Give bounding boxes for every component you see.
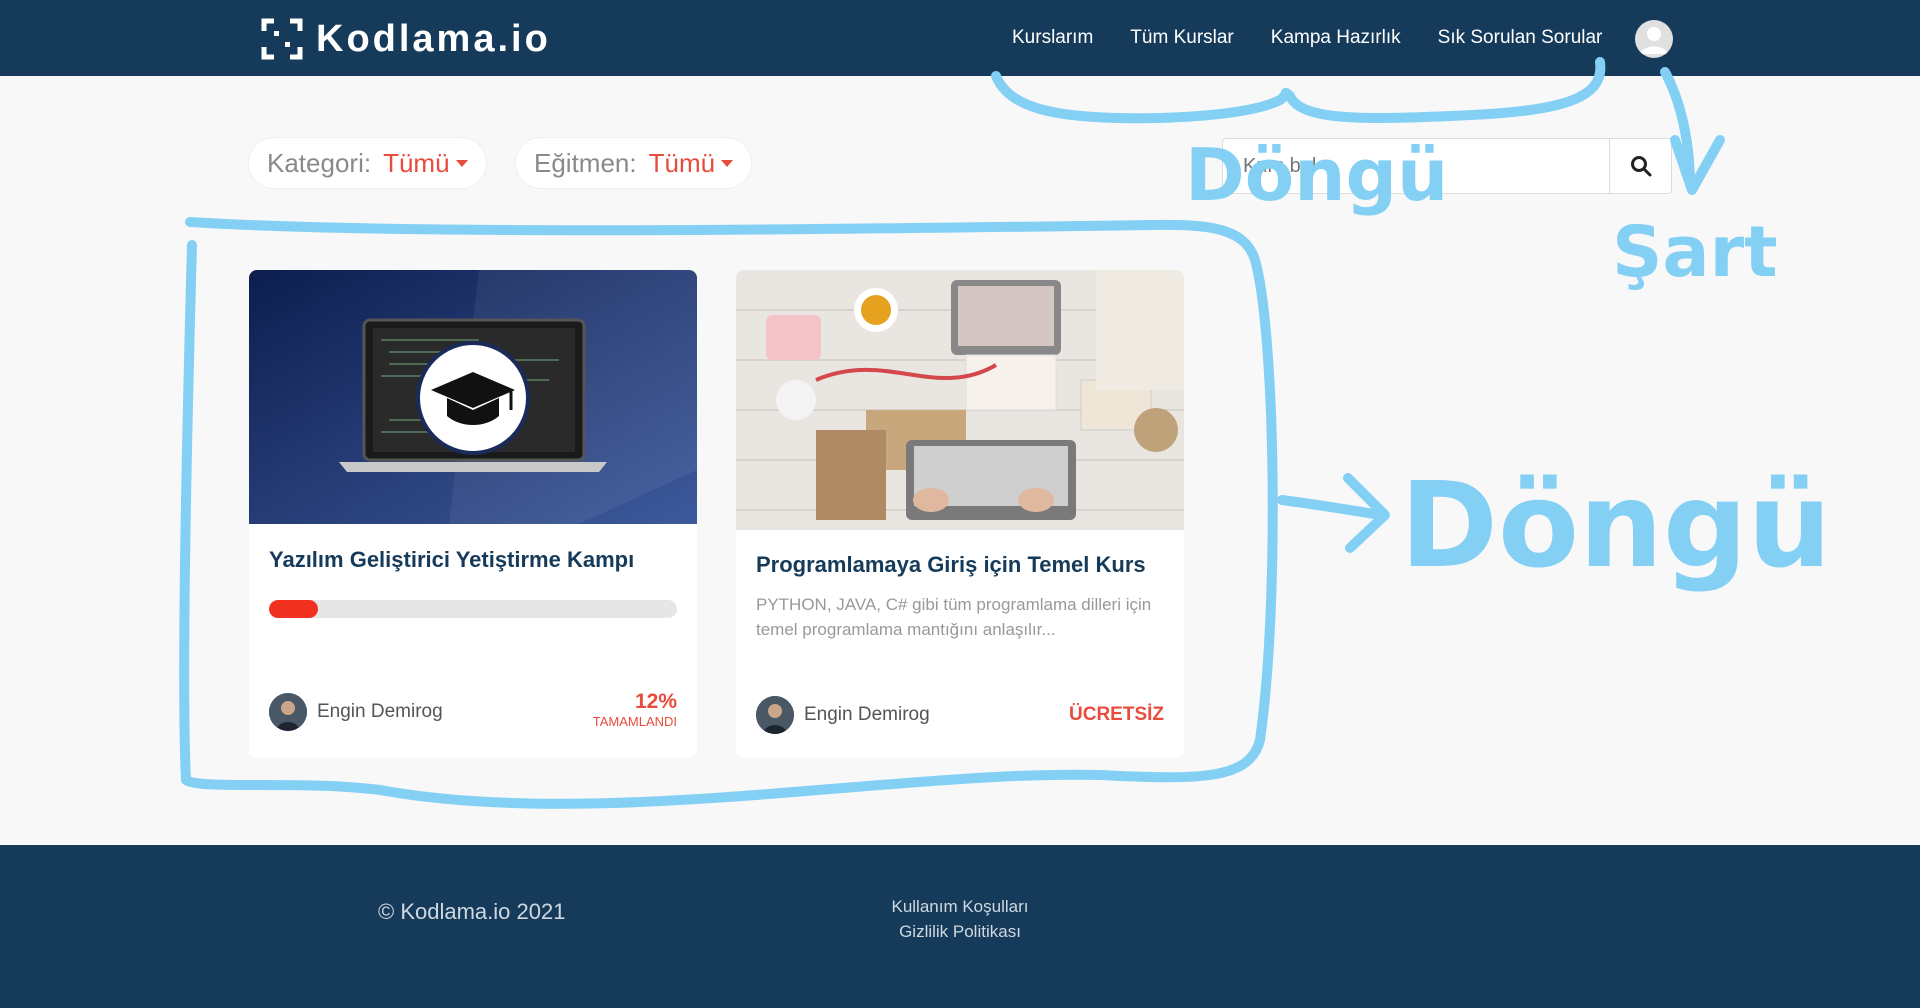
completion-status: 12% TAMAMLANDI [593, 690, 677, 729]
completion-percent: 12% [634, 690, 677, 713]
instructor-filter-label: Eğitmen: [534, 147, 637, 178]
completion-label: TAMAMLANDI [592, 714, 677, 729]
price-badge: ÜCRETSİZ [1069, 704, 1164, 725]
desk-laptop-image [736, 270, 1184, 530]
author-avatar [269, 693, 307, 731]
footer-links: Kullanım Koşulları Gizlilik Politikası [880, 894, 1040, 944]
course-title[interactable]: Yazılım Geliştirici Yetiştirme Kampı [269, 547, 634, 573]
privacy-link[interactable]: Gizlilik Politikası [880, 919, 1040, 944]
category-filter[interactable]: Kategori: Tümü [249, 138, 486, 188]
author-avatar [756, 696, 794, 734]
nav-item-kampa-hazirlik[interactable]: Kampa Hazırlık [1271, 27, 1401, 49]
brand-name: Kodlama.io [316, 17, 551, 60]
brand-logo[interactable]: Kodlama.io [260, 17, 551, 61]
caret-down-icon [721, 159, 734, 167]
user-avatar[interactable] [1635, 20, 1673, 58]
laptop-graduation-image [249, 270, 697, 524]
course-card[interactable]: Programlamaya Giriş için Temel Kurs PYTH… [736, 270, 1184, 758]
nav-item-tum-kurslar[interactable]: Tüm Kurslar [1130, 27, 1233, 49]
page-footer: © Kodlama.io 2021 Kullanım Koşulları Giz… [0, 845, 1920, 1008]
logo-icon [261, 18, 303, 60]
course-thumbnail [249, 270, 697, 524]
annotation-condition: Şart [1612, 211, 1778, 293]
nav-item-kurslarim[interactable]: Kurslarım [1012, 27, 1093, 49]
arrow-down-icon [1670, 135, 1725, 195]
course-description: PYTHON, JAVA, C# gibi tüm programlama di… [756, 595, 1152, 639]
user-icon [1640, 27, 1668, 54]
course-card[interactable]: Yazılım Geliştirici Yetiştirme Kampı Eng… [249, 270, 697, 758]
author-name: Engin Demirog [804, 704, 930, 725]
instructor-filter[interactable]: Eğitmen: Tümü [516, 138, 752, 188]
course-author: Engin Demirog [756, 696, 930, 734]
course-thumbnail [736, 270, 1184, 530]
arrow-right-icon [1343, 473, 1390, 553]
search-icon [1630, 156, 1651, 177]
course-title[interactable]: Programlamaya Giriş için Temel Kurs [756, 552, 1146, 578]
course-author: Engin Demirog [269, 693, 443, 731]
course-progress-bar [269, 600, 677, 618]
course-search [1222, 138, 1672, 194]
top-navbar: Kodlama.io Kurslarım Tüm Kurslar Kampa H… [0, 0, 1920, 76]
author-name: Engin Demirog [317, 701, 443, 722]
search-button[interactable] [1609, 139, 1671, 193]
category-filter-label: Kategori: [267, 147, 372, 178]
main-nav: Kurslarım Tüm Kurslar Kampa Hazırlık Sık… [1012, 27, 1639, 49]
cards-arrow-line [1277, 495, 1385, 520]
category-filter-value: Tümü [383, 147, 450, 178]
progress-fill [269, 600, 318, 618]
annotation-loop-cards: Döngü [1400, 456, 1832, 594]
nav-item-sss[interactable]: Sık Sorulan Sorular [1438, 27, 1603, 49]
instructor-filter-value: Tümü [648, 147, 716, 178]
caret-down-icon [455, 159, 468, 167]
search-input[interactable] [1223, 139, 1609, 193]
copyright-text: © Kodlama.io 2021 [378, 899, 566, 924]
terms-link[interactable]: Kullanım Koşulları [880, 894, 1040, 919]
